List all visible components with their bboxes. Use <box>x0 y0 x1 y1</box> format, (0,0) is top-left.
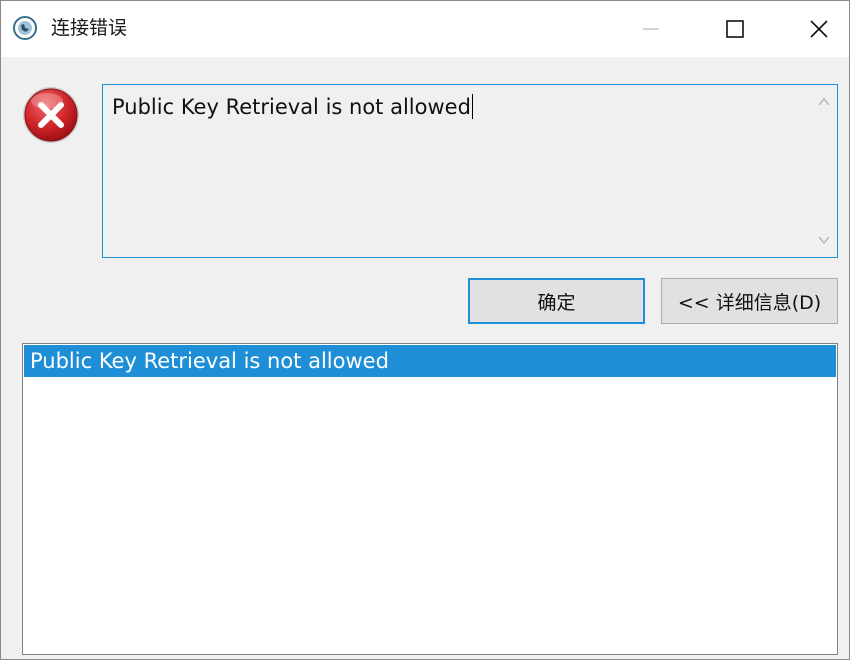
message-scrollbar[interactable] <box>811 85 837 257</box>
close-icon <box>810 20 828 38</box>
minimize-icon <box>643 28 659 30</box>
scroll-down-icon[interactable] <box>817 233 831 247</box>
error-icon <box>23 87 79 143</box>
error-dialog: 连接错误 Public Key Retrieval is not allowed… <box>0 0 850 660</box>
text-caret <box>471 94 473 119</box>
close-button[interactable] <box>791 1 847 57</box>
scroll-up-icon[interactable] <box>817 95 831 109</box>
list-item[interactable]: Public Key Retrieval is not allowed <box>24 345 836 377</box>
title-bar: 连接错误 <box>1 1 849 57</box>
navicat-icon <box>13 16 37 40</box>
window-title: 连接错误 <box>51 17 128 39</box>
details-list[interactable]: Public Key Retrieval is not allowed <box>22 343 838 655</box>
ok-button[interactable]: 确定 <box>468 278 645 324</box>
error-message-textbox[interactable]: Public Key Retrieval is not allowed <box>102 84 838 258</box>
maximize-icon <box>726 20 744 38</box>
maximize-button[interactable] <box>707 1 763 57</box>
minimize-button[interactable] <box>623 1 679 57</box>
details-toggle-button[interactable]: << 详细信息(D) <box>661 278 838 324</box>
error-message-text: Public Key Retrieval is not allowed <box>112 95 471 119</box>
